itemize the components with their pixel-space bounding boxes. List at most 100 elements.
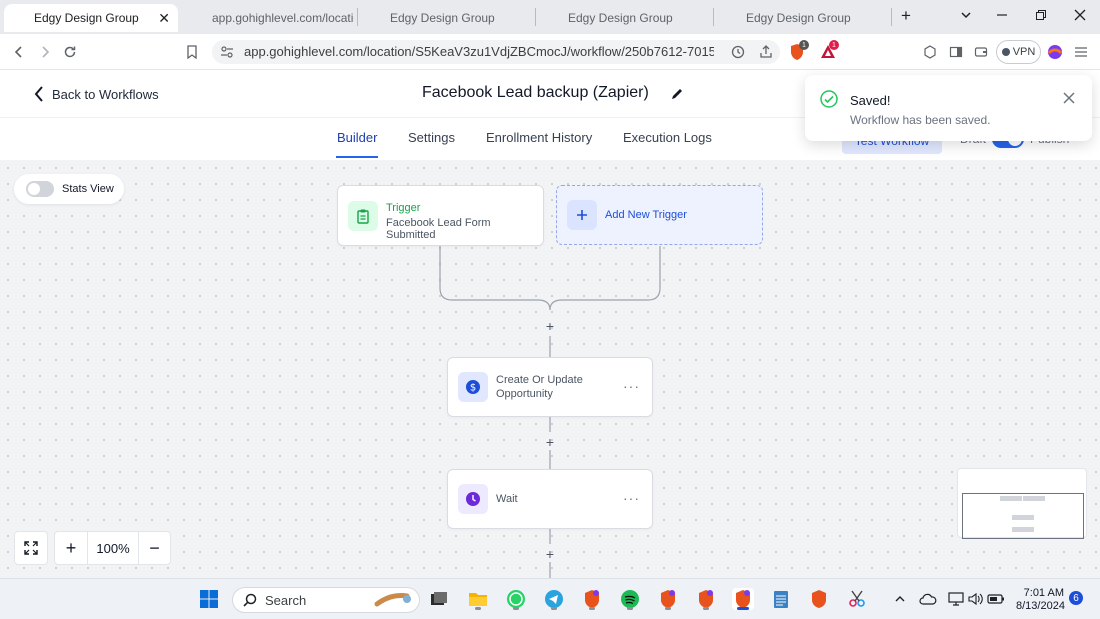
snipping-tool-icon[interactable] bbox=[846, 588, 868, 610]
stats-switch[interactable] bbox=[26, 181, 54, 197]
zoom-level: 100% bbox=[88, 531, 138, 565]
tab-separator bbox=[535, 8, 536, 26]
add-step-plus-icon[interactable]: + bbox=[544, 546, 556, 562]
close-window-icon[interactable] bbox=[1074, 8, 1086, 24]
restore-icon[interactable] bbox=[1035, 8, 1047, 24]
dollar-icon: $ bbox=[458, 372, 488, 402]
tab-enrollment-history[interactable]: Enrollment History bbox=[486, 130, 592, 145]
action-title-line1: Create Or Update bbox=[496, 374, 583, 386]
alert-badge: 1 bbox=[829, 40, 839, 50]
action-node[interactable]: $ Create Or Update Opportunity ··· bbox=[447, 357, 653, 417]
chevron-down-icon[interactable] bbox=[960, 8, 972, 24]
chevron-up-icon[interactable] bbox=[889, 588, 911, 610]
sidebar-icon[interactable] bbox=[947, 43, 965, 61]
action-title-line1: Wait bbox=[496, 493, 518, 505]
browser-tab[interactable]: Edgy Design Group ✕ bbox=[4, 4, 178, 32]
network-icon[interactable] bbox=[945, 588, 967, 610]
minimap-node bbox=[1023, 496, 1045, 501]
stats-view-toggle[interactable]: Stats View bbox=[14, 174, 124, 204]
brave-profile-icon[interactable] bbox=[1046, 43, 1064, 61]
running-indicator bbox=[665, 607, 671, 610]
check-circle-icon bbox=[820, 90, 838, 113]
fit-view-icon[interactable] bbox=[14, 531, 48, 565]
running-indicator bbox=[627, 607, 633, 610]
browser-tab[interactable]: app.gohighlevel.com/location bbox=[182, 4, 354, 32]
onedrive-icon[interactable] bbox=[917, 588, 939, 610]
action-node[interactable]: Wait ··· bbox=[447, 469, 653, 529]
tab-settings[interactable]: Settings bbox=[408, 130, 455, 145]
wallet-icon[interactable] bbox=[972, 43, 990, 61]
brave-browser-icon[interactable] bbox=[695, 588, 717, 610]
brave-browser-icon[interactable] bbox=[581, 588, 603, 610]
site-settings-icon[interactable] bbox=[220, 45, 234, 64]
history-icon[interactable] bbox=[729, 43, 747, 61]
shield-badge: 1 bbox=[799, 40, 809, 50]
running-indicator bbox=[589, 607, 595, 610]
stats-view-label: Stats View bbox=[62, 183, 114, 195]
browser-tab[interactable]: Edgy Design Group bbox=[716, 4, 888, 32]
close-icon[interactable] bbox=[1063, 91, 1075, 109]
menu-icon[interactable] bbox=[1072, 43, 1090, 61]
add-trigger-label: Add New Trigger bbox=[605, 209, 687, 221]
trigger-subtitle: Facebook Lead Form Submitted bbox=[386, 217, 491, 241]
system-clock[interactable]: 7:01 AM 8/13/2024 bbox=[1016, 587, 1065, 613]
minimap[interactable] bbox=[957, 468, 1087, 539]
forward-arrow-icon[interactable] bbox=[36, 43, 54, 61]
clock-icon bbox=[458, 484, 488, 514]
running-indicator bbox=[475, 607, 481, 610]
notepad-icon[interactable] bbox=[770, 588, 792, 610]
notification-badge[interactable]: 6 bbox=[1069, 591, 1083, 605]
trigger-node[interactable]: Trigger Facebook Lead Form Submitted bbox=[337, 185, 544, 246]
back-arrow-icon[interactable] bbox=[10, 43, 28, 61]
volume-icon[interactable] bbox=[965, 588, 987, 610]
battery-icon[interactable] bbox=[985, 588, 1007, 610]
add-step-plus-icon[interactable]: + bbox=[544, 434, 556, 450]
zoom-in-button[interactable]: + bbox=[54, 531, 88, 565]
active-indicator bbox=[737, 607, 749, 610]
spotify-icon[interactable] bbox=[619, 588, 641, 610]
brave-shield-icon[interactable]: 1 bbox=[788, 40, 809, 61]
brave-browser-active-icon[interactable] bbox=[732, 588, 754, 610]
brave-browser-icon[interactable] bbox=[657, 588, 679, 610]
tab-label: Edgy Design Group bbox=[568, 11, 673, 25]
tab-builder[interactable]: Builder bbox=[337, 130, 377, 145]
browser-toolbar: app.gohighlevel.com/location/S5KeaV3zu1V… bbox=[0, 34, 1100, 70]
reload-icon[interactable] bbox=[61, 43, 79, 61]
minimap-node bbox=[1012, 515, 1034, 520]
taskbar-search[interactable]: Search bbox=[232, 587, 420, 613]
brave-browser-icon[interactable] bbox=[808, 588, 830, 610]
more-options-icon[interactable]: ··· bbox=[623, 378, 640, 394]
chevron-left-icon bbox=[34, 86, 43, 102]
address-bar[interactable]: app.gohighlevel.com/location/S5KeaV3zu1V… bbox=[212, 40, 780, 64]
tab-label: Edgy Design Group bbox=[34, 11, 139, 25]
tab-execution-logs[interactable]: Execution Logs bbox=[623, 130, 712, 145]
vpn-button[interactable]: VPN bbox=[996, 40, 1041, 64]
share-icon[interactable] bbox=[757, 43, 775, 61]
browser-tab[interactable]: Edgy Design Group bbox=[360, 4, 532, 32]
bookmark-icon[interactable] bbox=[183, 43, 201, 61]
whatsapp-icon[interactable] bbox=[505, 588, 527, 610]
workflow-canvas[interactable]: Stats View Trigger Facebook Lead Form Su… bbox=[0, 160, 1100, 578]
search-highlight-icon bbox=[374, 593, 411, 607]
add-step-plus-icon[interactable]: + bbox=[544, 318, 556, 334]
trigger-title: Trigger bbox=[386, 202, 421, 214]
add-new-trigger-button[interactable]: Add New Trigger bbox=[556, 185, 763, 245]
file-explorer-icon[interactable] bbox=[467, 588, 489, 610]
clipboard-icon bbox=[348, 201, 378, 231]
more-options-icon[interactable]: ··· bbox=[623, 490, 640, 506]
task-view-icon[interactable] bbox=[428, 588, 450, 610]
minimize-icon[interactable] bbox=[996, 8, 1008, 24]
leo-ai-icon[interactable] bbox=[921, 43, 939, 61]
active-tab-underline bbox=[336, 156, 378, 158]
edit-pencil-icon[interactable] bbox=[670, 87, 684, 101]
close-icon[interactable]: ✕ bbox=[158, 10, 170, 27]
brave-rewards-icon[interactable]: 1 bbox=[819, 40, 839, 61]
browser-tab[interactable]: Edgy Design Group bbox=[538, 4, 710, 32]
back-to-workflows-link[interactable]: Back to Workflows bbox=[34, 86, 159, 102]
plus-icon bbox=[567, 200, 597, 230]
new-tab-icon[interactable]: + bbox=[901, 6, 911, 26]
windows-start-icon[interactable] bbox=[198, 588, 220, 610]
telegram-icon[interactable] bbox=[543, 588, 565, 610]
zoom-out-button[interactable]: − bbox=[138, 531, 171, 565]
clock-time: 7:01 AM bbox=[1023, 587, 1064, 599]
